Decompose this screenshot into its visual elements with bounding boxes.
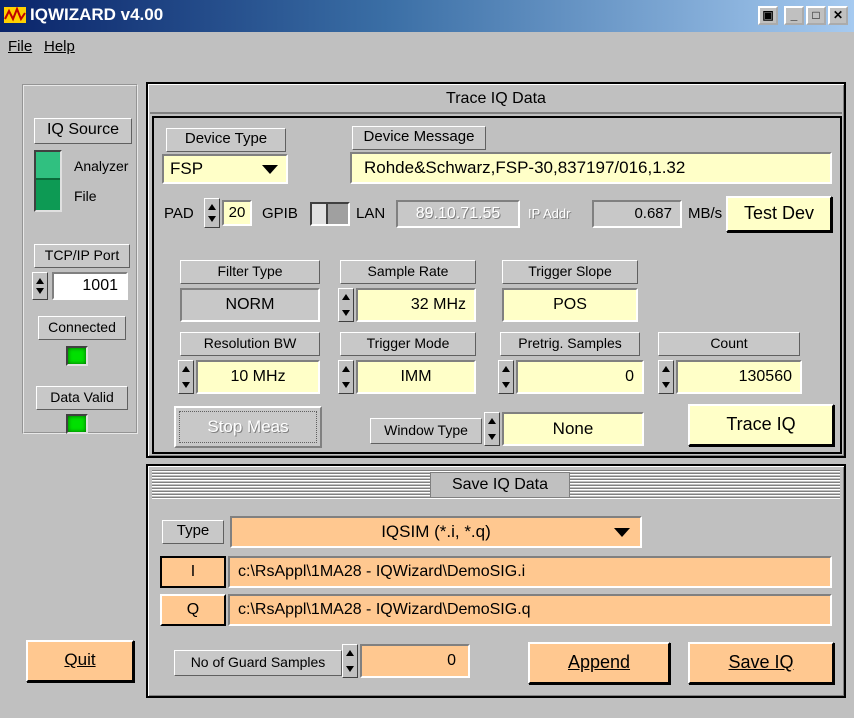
iq-source-file[interactable]: File — [74, 188, 97, 204]
window-type-label: Window Type — [370, 418, 482, 444]
save-iq-label: Save IQ — [728, 652, 794, 672]
i-path-input[interactable]: c:\RsAppl\1MA28 - IQWizard\DemoSIG.i — [228, 556, 832, 588]
window-type-input[interactable]: None — [502, 412, 644, 446]
window-type-spinner[interactable] — [484, 412, 500, 446]
rate-display: 0.687 — [592, 200, 682, 228]
lan-label: LAN — [356, 205, 386, 222]
iq-source-switch-knob — [36, 152, 60, 180]
quit-label: Quit — [64, 650, 96, 669]
app-icon — [4, 6, 26, 23]
maximize-button[interactable]: □ — [806, 6, 826, 25]
device-type-value: FSP — [170, 159, 204, 178]
append-label: Append — [567, 652, 631, 672]
data-valid-label: Data Valid — [36, 386, 128, 410]
window-title: IQWIZARD v4.00 — [30, 5, 164, 24]
guard-samples-spinner[interactable] — [342, 644, 358, 678]
gpib-lan-toggle[interactable] — [310, 202, 350, 226]
tcp-port-input[interactable]: 1001 — [52, 272, 128, 300]
count-label: Count — [658, 332, 800, 356]
sample-rate-label: Sample Rate — [340, 260, 476, 284]
gpib-label: GPIB — [262, 205, 298, 222]
ip-address-label: IP Addr — [528, 206, 571, 221]
chevron-down-icon — [262, 165, 278, 174]
device-type-select[interactable]: FSP — [162, 154, 288, 184]
tcp-port-label: TCP/IP Port — [34, 244, 130, 268]
trace-iq-button[interactable]: Trace IQ — [688, 404, 834, 446]
resolution-bw-label: Resolution BW — [180, 332, 320, 356]
restore-icon[interactable]: ▣ — [758, 6, 778, 25]
pad-input[interactable]: 20 — [222, 200, 252, 226]
save-title: Save IQ Data — [430, 472, 570, 498]
iq-source-switch[interactable] — [34, 150, 62, 212]
pretrig-spinner[interactable] — [498, 360, 514, 394]
sample-rate-input[interactable]: 32 MHz — [356, 288, 476, 322]
trace-header: Trace IQ Data — [150, 86, 842, 114]
quit-button[interactable]: Quit — [26, 640, 134, 682]
iq-source-label: IQ Source — [34, 118, 132, 144]
type-select[interactable]: IQSIM (*.i, *.q) — [230, 516, 642, 548]
pretrig-label: Pretrig. Samples — [500, 332, 640, 356]
rate-unit: MB/s — [688, 205, 723, 222]
device-message-label: Device Message — [352, 126, 486, 150]
minimize-button[interactable]: _ — [784, 6, 804, 25]
guard-samples-label: No of Guard Samples — [174, 650, 342, 676]
connected-label: Connected — [38, 316, 126, 340]
chevron-down-icon — [614, 528, 630, 537]
menu-help[interactable]: Help — [44, 38, 75, 55]
guard-samples-input[interactable]: 0 — [360, 644, 470, 678]
q-path-input[interactable]: c:\RsAppl\1MA28 - IQWizard\DemoSIG.q — [228, 594, 832, 626]
test-dev-button[interactable]: Test Dev — [726, 196, 832, 232]
menu-file[interactable]: File — [8, 38, 32, 55]
trigger-mode-label: Trigger Mode — [340, 332, 476, 356]
close-button[interactable]: ✕ — [828, 6, 848, 25]
i-file-button[interactable]: I — [160, 556, 226, 588]
type-label: Type — [162, 520, 224, 544]
trigger-mode-input[interactable]: IMM — [356, 360, 476, 394]
menu-file-label: File — [8, 38, 33, 55]
trigger-slope-value[interactable]: POS — [502, 288, 638, 322]
toggle-knob — [312, 204, 328, 224]
device-type-label: Device Type — [166, 128, 286, 152]
data-valid-led — [66, 414, 88, 434]
pad-label: PAD — [164, 205, 194, 222]
append-button[interactable]: Append — [528, 642, 670, 684]
count-input[interactable]: 130560 — [676, 360, 802, 394]
type-value: IQSIM (*.i, *.q) — [381, 522, 491, 541]
save-iq-button[interactable]: Save IQ — [688, 642, 834, 684]
title-bar: IQWIZARD v4.00 ▣ _ □ ✕ — [0, 0, 854, 32]
trigger-mode-spinner[interactable] — [338, 360, 354, 394]
connected-led — [66, 346, 88, 366]
trigger-slope-label: Trigger Slope — [502, 260, 638, 284]
stop-meas-button[interactable]: Stop Meas — [174, 406, 322, 448]
sample-rate-spinner[interactable] — [338, 288, 354, 322]
resolution-bw-spinner[interactable] — [178, 360, 194, 394]
q-file-button[interactable]: Q — [160, 594, 226, 626]
filter-type-value: NORM — [180, 288, 320, 322]
resolution-bw-input[interactable]: 10 MHz — [196, 360, 320, 394]
pretrig-input[interactable]: 0 — [516, 360, 644, 394]
count-spinner[interactable] — [658, 360, 674, 394]
trace-title: Trace IQ Data — [446, 90, 546, 107]
menu-help-label: Help — [44, 38, 75, 55]
ip-address-input: 89.10.71.55 — [396, 200, 520, 228]
iq-source-analyzer[interactable]: Analyzer — [74, 158, 128, 174]
device-message-field: Rohde&Schwarz,FSP-30,837197/016,1.32 — [350, 152, 832, 184]
tcp-port-spinner[interactable] — [32, 272, 48, 300]
pad-spinner[interactable] — [204, 198, 220, 228]
filter-type-label: Filter Type — [180, 260, 320, 284]
